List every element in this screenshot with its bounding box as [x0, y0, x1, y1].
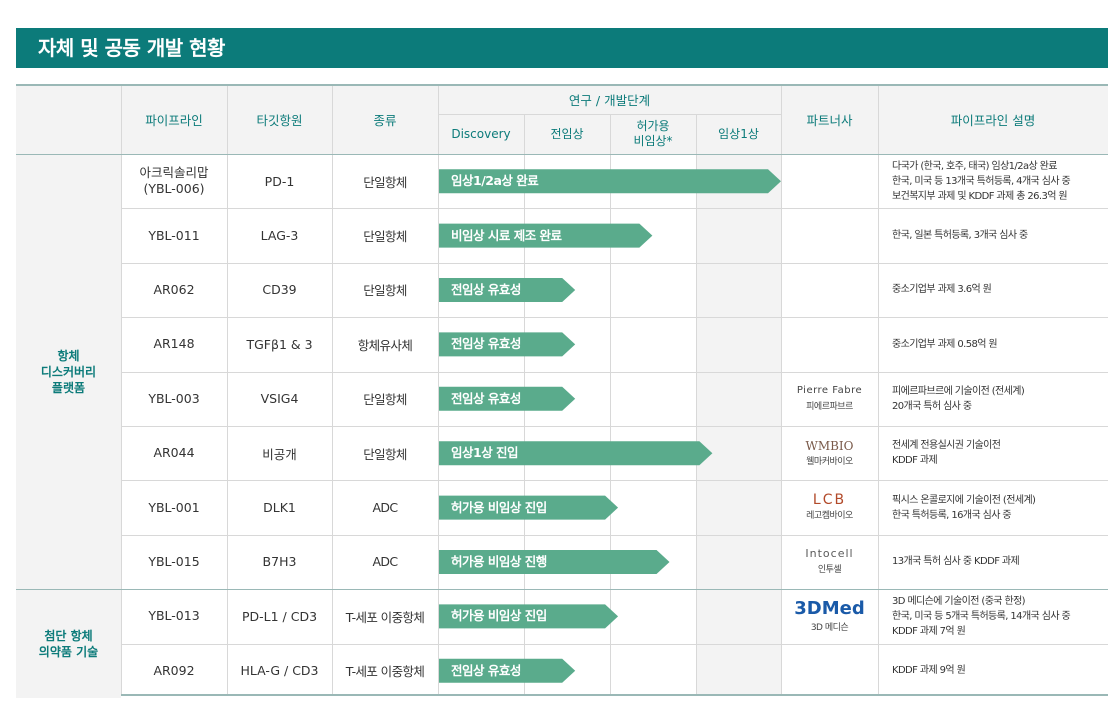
pipeline-name: YBL-003 — [148, 390, 200, 406]
partner-logo: Pierre Fabre — [796, 385, 863, 397]
column-divider — [696, 114, 697, 694]
header-pipeline: 파이프라인 — [145, 112, 203, 128]
group-label: 첨단 항체 의약품 기술 — [38, 628, 99, 659]
header-partner: 파트너사 — [806, 112, 853, 128]
description-line: 한국 특허등록, 16개국 심사 중 — [892, 509, 1012, 521]
progress-status-label: 전임상 유효성 — [451, 390, 521, 406]
pipeline-description: 중소기업부 과제 3.6억 원 — [878, 263, 1108, 317]
partner-logo: 3DMed — [794, 597, 865, 619]
partner-cell: WMBIO 웰마커바이오 — [781, 426, 878, 480]
description-line: 한국, 일본 특허등록, 3개국 심사 중 — [892, 230, 1028, 242]
description-line: 다국가 (한국, 호주, 태국) 임상1/2a상 완료 — [892, 160, 1057, 172]
pipeline-name: 아크릭솔리맙 (YBL-006) — [139, 165, 209, 197]
description-line: KDDF 과제 7억 원 — [892, 625, 966, 637]
partner-name: 3D 메디슨 — [810, 622, 849, 633]
description-line: 전세계 전용실시권 기술이전 — [892, 440, 1001, 452]
description-line: 3D 메디슨에 기술이전 (중국 한정) — [892, 595, 1026, 607]
antibody-type: T-세포 이중항체 — [345, 664, 425, 680]
pipeline-name: YBL-015 — [148, 553, 200, 569]
progress-status-label: 전임상 유효성 — [451, 282, 521, 297]
target-antigen: PD-L1 / CD3 — [241, 608, 318, 624]
description-line: KDDF 과제 9억 원 — [892, 665, 966, 677]
antibody-type: 단일항체 — [363, 229, 407, 245]
header-type: 종류 — [373, 112, 397, 128]
pipeline-description: 피에르파브르에 기술이전 (전세계) 20개국 특허 심사 중 — [878, 372, 1108, 426]
pipeline-name: YBL-013 — [148, 608, 200, 624]
header-target: 타깃항원 — [256, 112, 303, 128]
antibody-type: ADC — [372, 554, 398, 570]
description-line: 한국, 미국 등 5개국 특허등록, 14개국 심사 중 — [892, 610, 1071, 622]
antibody-type: 단일항체 — [363, 446, 407, 462]
antibody-type: 단일항체 — [363, 392, 407, 408]
antibody-type: ADC — [372, 500, 398, 516]
target-antigen: LAG-3 — [260, 228, 299, 244]
pipeline-name: YBL-001 — [148, 499, 200, 515]
pipeline-table: 파이프라인 타깃항원 종류 연구 / 개발단계 Discovery 전임상 허가용 비임상* 임… — [16, 84, 1108, 698]
progress-status-label: 임상1상 진입 — [451, 445, 519, 461]
pipeline-name: AR044 — [153, 445, 195, 461]
pipeline-description: 픽시스 온콜로지에 기술이전 (전세계) 한국 특허등록, 16개국 심사 중 — [878, 480, 1108, 534]
partner-cell: 3DMed 3D 메디슨 — [781, 589, 878, 643]
header-stage-1: 전임상 — [550, 126, 584, 141]
description-line: 13개국 특허 심사 중 KDDF 과제 — [892, 556, 1020, 568]
partner-logo: LCB — [812, 492, 847, 509]
header-stage-2: 허가용 비임상* — [633, 119, 673, 148]
header-stage-0: Discovery — [451, 126, 511, 141]
header-description: 파이프라인 설명 — [950, 112, 1036, 128]
description-line: 보건복지부 과제 및 KDDF 과제 총 26.3억 원 — [892, 190, 1068, 202]
partner-name: 인투셀 — [817, 565, 842, 576]
partner-name: 웰마커바이오 — [806, 456, 853, 467]
progress-status-label: 허가용 비임상 진입 — [451, 608, 547, 624]
antibody-type: 항체유사체 — [357, 337, 413, 353]
description-line: 피에르파브르에 기술이전 (전세계) — [892, 385, 1025, 397]
target-antigen: B7H3 — [262, 554, 297, 570]
pipeline-description: 13개국 특허 심사 중 KDDF 과제 — [878, 535, 1108, 589]
header-stage-group: 연구 / 개발단계 — [568, 92, 651, 108]
description-line: 20개국 특허 심사 중 — [892, 400, 972, 412]
pipeline-description: 전세계 전용실시권 기술이전 KDDF 과제 — [878, 426, 1108, 480]
description-line: KDDF 과제 — [892, 455, 938, 467]
pipeline-name: YBL-011 — [148, 227, 200, 243]
target-antigen: VSIG4 — [260, 391, 299, 407]
pipeline-description: 3D 메디슨에 기술이전 (중국 한정) 한국, 미국 등 5개국 특허등록, 1… — [878, 589, 1108, 643]
pipeline-name: AR062 — [153, 281, 195, 297]
progress-status-label: 전임상 유효성 — [451, 336, 521, 352]
pipeline-name: AR148 — [153, 336, 195, 352]
antibody-type: 단일항체 — [363, 174, 407, 190]
phase1-column-background — [696, 154, 781, 694]
column-divider — [610, 114, 611, 694]
partner-cell: Pierre Fabre 피에르파브르 — [781, 372, 878, 426]
description-line: 한국, 미국 등 13개국 특허등록, 4개국 심사 중 — [892, 175, 1071, 187]
progress-status-label: 허가용 비임상 진입 — [451, 499, 547, 515]
pipeline-description: 다국가 (한국, 호주, 태국) 임상1/2a상 완료한국, 미국 등 13개국… — [878, 154, 1108, 208]
pipeline-name: AR092 — [153, 662, 195, 678]
progress-status-label: 비임상 시료 제조 완료 — [451, 227, 562, 243]
target-antigen: TGFβ1 & 3 — [246, 336, 313, 352]
partner-logo: WMBIO — [805, 438, 854, 453]
pipeline-description: KDDF 과제 9억 원 — [878, 644, 1108, 698]
target-antigen: CD39 — [262, 282, 297, 298]
partner-logo: Intocell — [805, 547, 854, 561]
target-antigen: PD-1 — [264, 173, 295, 189]
antibody-type: 단일항체 — [363, 283, 407, 299]
description-line: 중소기업부 과제 0.58억 원 — [892, 338, 998, 350]
pipeline-description: 중소기업부 과제 0.58억 원 — [878, 317, 1108, 371]
target-antigen: HLA-G / CD3 — [240, 663, 319, 679]
header-stage-3: 임상1상 — [718, 126, 759, 141]
pipeline-description: 한국, 일본 특허등록, 3개국 심사 중 — [878, 208, 1108, 262]
partner-name: 피에르파브르 — [806, 402, 853, 413]
description-line: 픽시스 온콜로지에 기술이전 (전세계) — [892, 494, 1036, 506]
partner-cell: Intocell 인투셀 — [781, 535, 878, 589]
progress-status-label: 전임상 유효성 — [451, 662, 521, 678]
partner-name: 레고켐바이오 — [806, 511, 853, 522]
description-line: 중소기업부 과제 3.6억 원 — [892, 284, 992, 296]
target-antigen: DLK1 — [263, 500, 296, 516]
target-antigen: 비공개 — [262, 446, 297, 462]
group-label: 항체 디스커버리 플랫폼 — [40, 348, 97, 395]
partner-cell: LCB 레고켐바이오 — [781, 480, 878, 534]
page-title: 자체 및 공동 개발 현황 — [16, 28, 1108, 68]
progress-status-label: 허가용 비임상 진행 — [451, 554, 547, 569]
antibody-type: T-세포 이중항체 — [345, 609, 425, 625]
progress-status-label: 임상1/2a상 완료 — [451, 173, 539, 189]
